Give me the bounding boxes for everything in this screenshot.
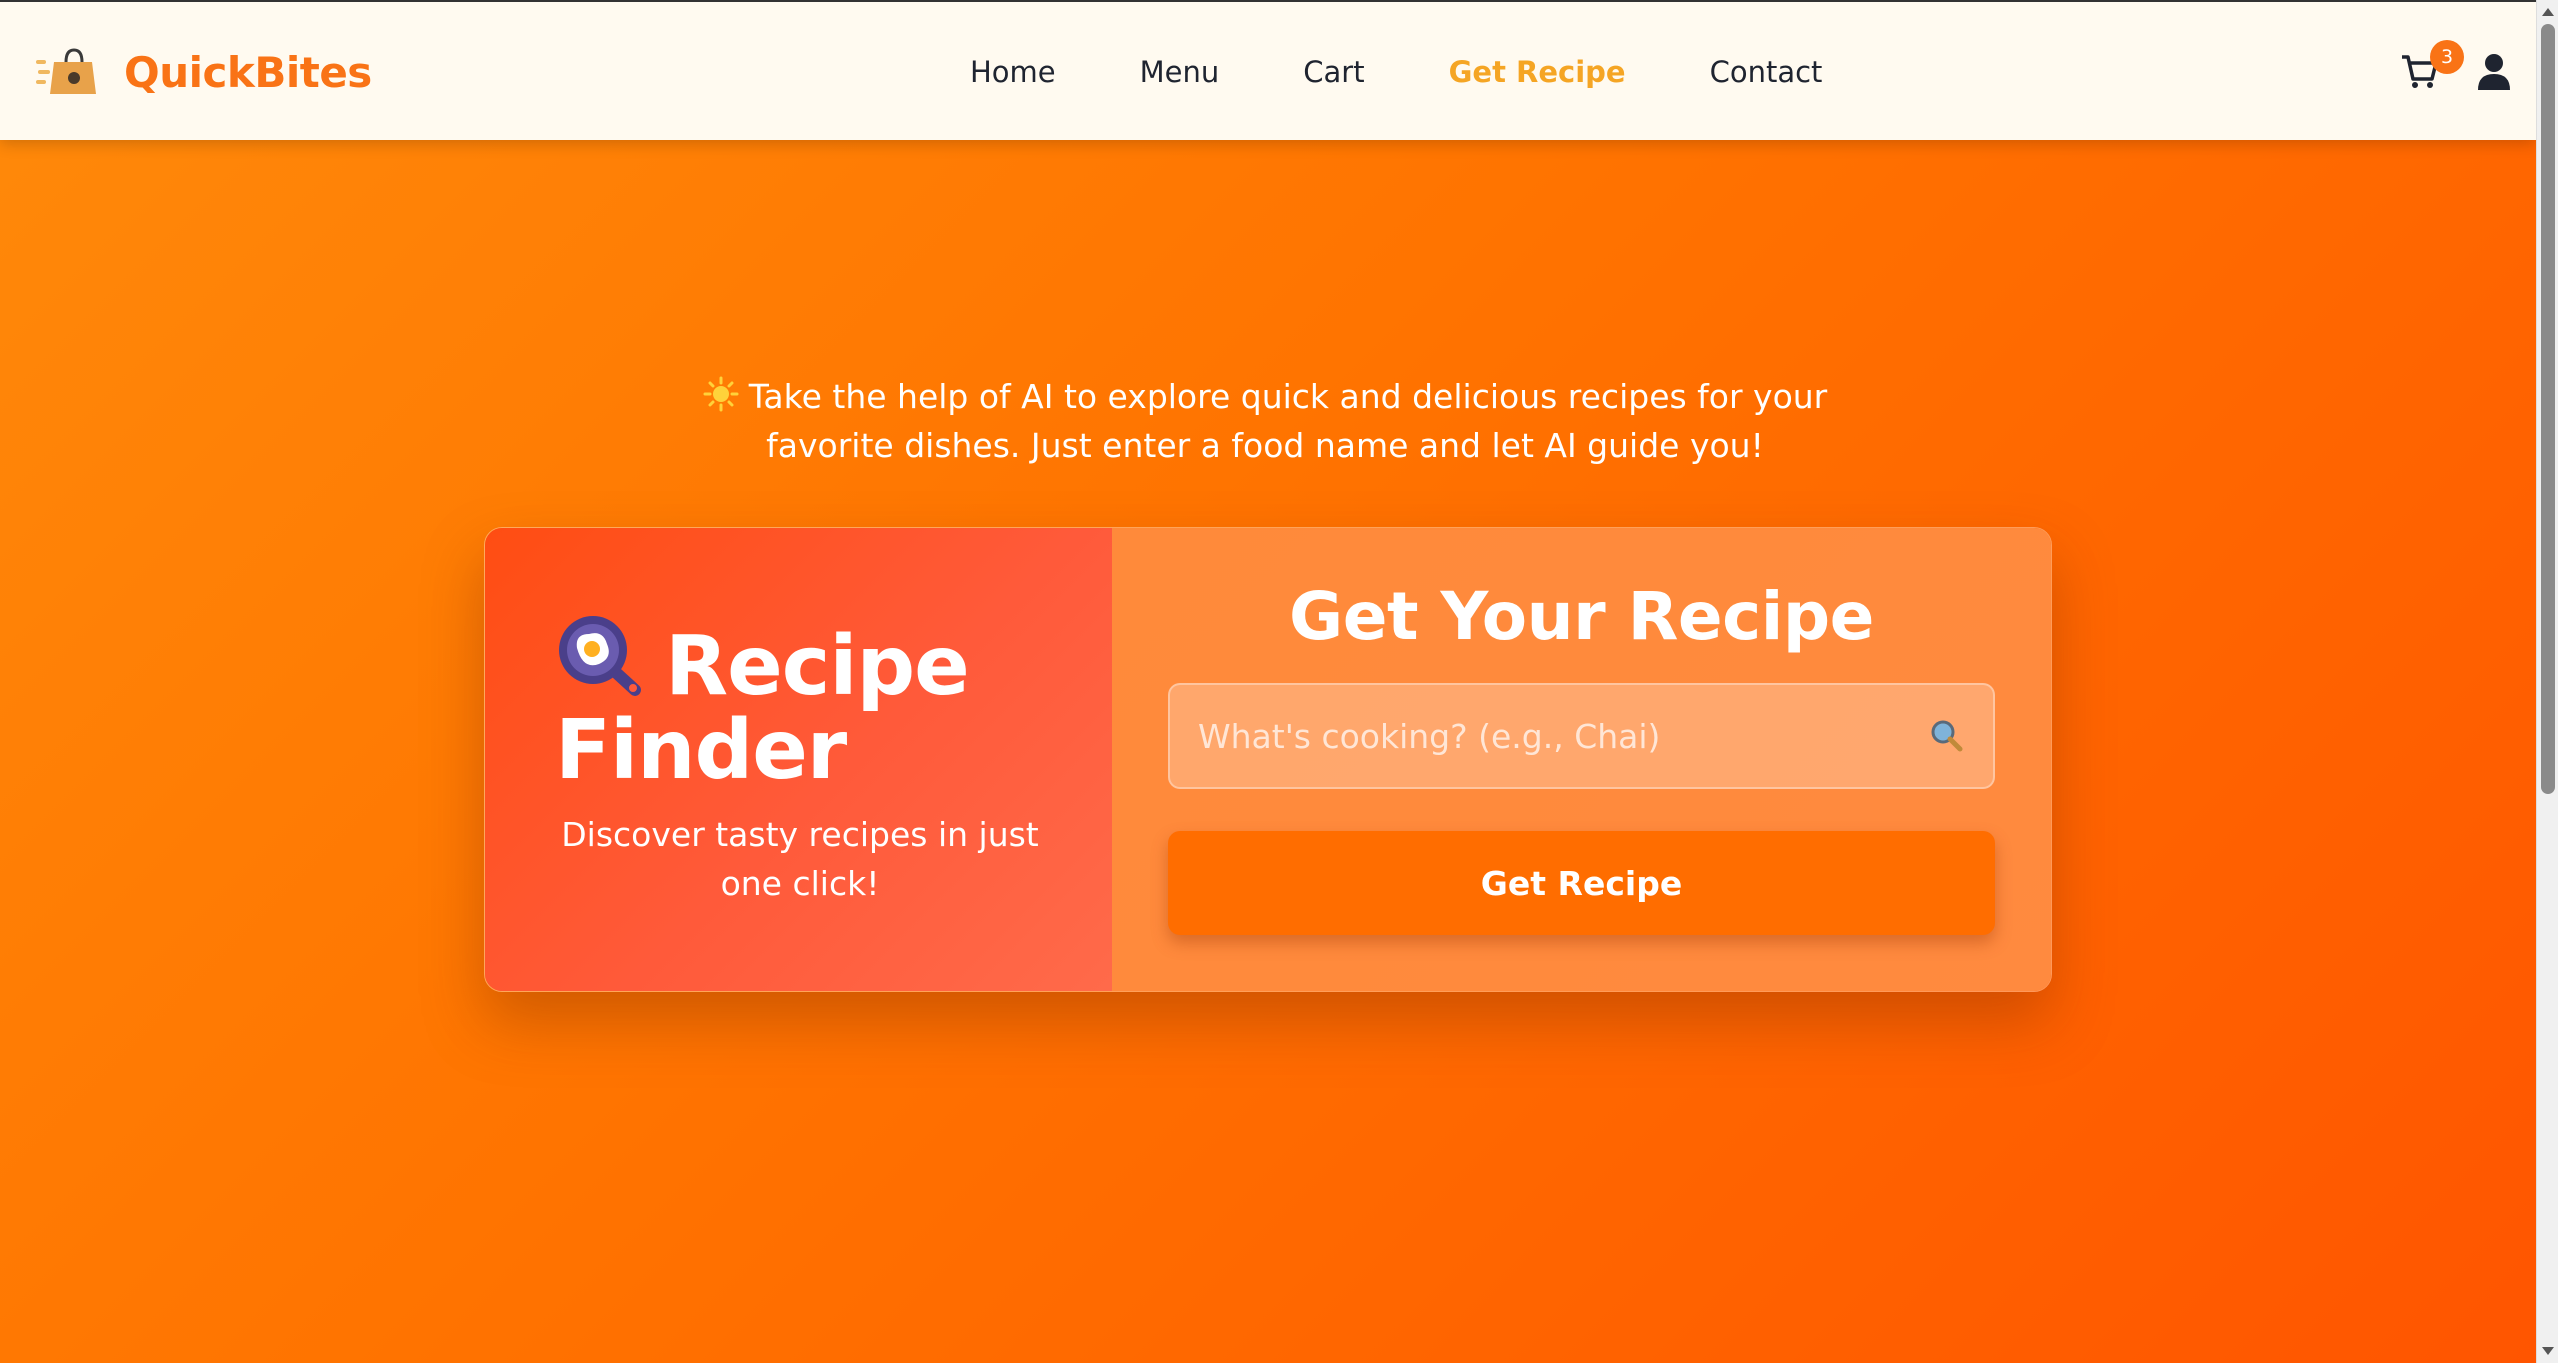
- card-left-panel: Recipe Finder Discover tasty recipes in …: [485, 528, 1112, 991]
- sparkle-icon: [703, 376, 739, 412]
- scrollbar-thumb[interactable]: [2541, 24, 2555, 794]
- top-navbar: QuickBites Home Menu Cart Get Recipe Con…: [0, 0, 2536, 140]
- recipe-search-input[interactable]: [1170, 685, 1993, 787]
- intro-message: Take the help of AI to explore quick and…: [748, 377, 1828, 465]
- main-nav: Home Menu Cart Get Recipe Contact: [970, 48, 1822, 96]
- frying-pan-egg-icon: [559, 616, 641, 696]
- scroll-down-arrow-icon[interactable]: [2542, 1347, 2554, 1355]
- search-icon[interactable]: [1929, 718, 1963, 752]
- brand[interactable]: QuickBites: [36, 40, 372, 104]
- nav-cart[interactable]: Cart: [1303, 55, 1364, 89]
- get-recipe-button[interactable]: Get Recipe: [1168, 831, 1995, 935]
- get-your-recipe-heading: Get Your Recipe: [1289, 578, 1874, 655]
- nav-menu[interactable]: Menu: [1140, 55, 1220, 89]
- intro-text: Take the help of AI to explore quick and…: [650, 372, 1880, 470]
- user-icon[interactable]: [2476, 52, 2512, 92]
- delivery-bag-icon: [36, 48, 96, 94]
- vertical-scrollbar[interactable]: [2536, 0, 2558, 1363]
- card-right-panel: Get Your Recipe Get Recipe: [1112, 528, 2051, 991]
- nav-contact[interactable]: Contact: [1710, 55, 1823, 89]
- recipe-finder-card: Recipe Finder Discover tasty recipes in …: [484, 527, 2052, 992]
- cart-count-badge: 3: [2430, 40, 2464, 74]
- scroll-up-arrow-icon[interactable]: [2542, 8, 2554, 16]
- page-background: QuickBites Home Menu Cart Get Recipe Con…: [0, 0, 2536, 1363]
- nav-get-recipe[interactable]: Get Recipe: [1449, 55, 1626, 89]
- cart-button[interactable]: 3: [2396, 40, 2466, 100]
- recipe-search-box: [1168, 683, 1995, 789]
- recipe-finder-title: Recipe Finder: [555, 612, 1075, 793]
- nav-home[interactable]: Home: [970, 55, 1056, 89]
- header-actions: 3: [2396, 40, 2536, 100]
- recipe-finder-subtitle: Discover tasty recipes in just one click…: [561, 815, 1039, 903]
- brand-name: QuickBites: [124, 47, 372, 97]
